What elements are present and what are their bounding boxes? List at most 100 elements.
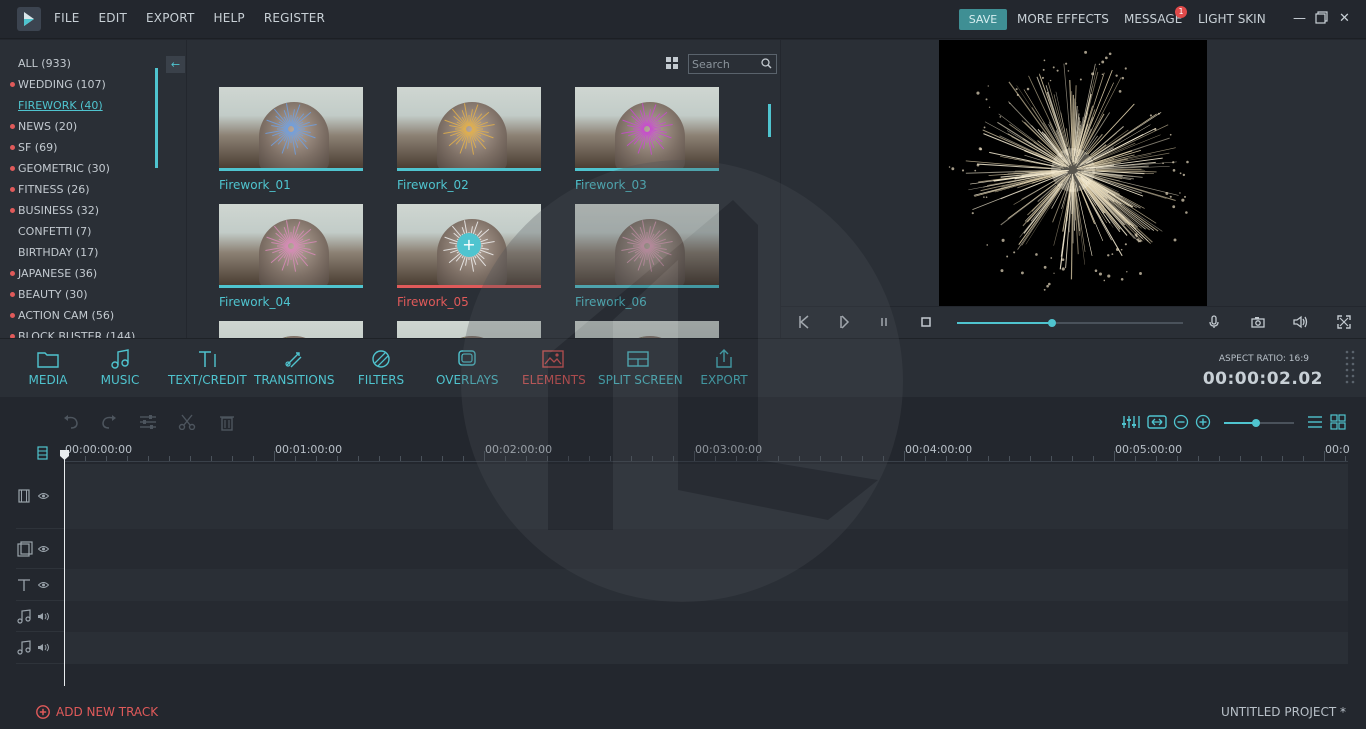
category-item[interactable]: BEAUTY (30) [10, 287, 135, 308]
add-to-timeline-icon[interactable]: + [457, 233, 481, 257]
tool-overlays-label: OVERLAYS [436, 373, 499, 387]
thumbnail-view-icon[interactable] [1330, 414, 1346, 430]
playhead[interactable] [64, 450, 65, 686]
grid-view-icon[interactable] [666, 57, 679, 70]
tool-text-credit[interactable]: TEXT/CREDIT [168, 349, 247, 387]
category-item[interactable]: WEDDING (107) [10, 77, 135, 98]
step-forward-icon[interactable] [837, 315, 851, 329]
category-item[interactable]: ACTION CAM (56) [10, 308, 135, 329]
category-item[interactable]: BLOCK BUSTER (144) [10, 329, 135, 338]
grid-scrollbar[interactable] [768, 104, 771, 137]
ruler-tick [736, 456, 737, 461]
firework-thumbnail[interactable]: Firework_03 [575, 87, 719, 192]
menu-register[interactable]: REGISTER [264, 11, 325, 25]
ruler-tick [988, 456, 989, 461]
zoom-out-icon[interactable] [1173, 414, 1189, 430]
category-item[interactable]: BIRTHDAY (17) [10, 245, 135, 266]
search-box[interactable] [688, 54, 777, 74]
speaker-icon[interactable] [37, 612, 50, 621]
menu-export[interactable]: EXPORT [146, 11, 194, 25]
tool-media[interactable]: MEDIA [28, 349, 68, 387]
ruler-tick [295, 456, 296, 461]
list-view-icon[interactable] [1307, 414, 1323, 430]
pause-icon[interactable] [877, 315, 891, 329]
firework-thumbnail[interactable]: Firework_01 [219, 87, 363, 192]
firework-thumbnail[interactable]: Firework_02 [397, 87, 541, 192]
skip-back-icon[interactable] [797, 315, 811, 329]
music-track-1[interactable] [64, 601, 1348, 632]
video-track-1[interactable] [64, 464, 1348, 529]
eye-icon[interactable] [38, 581, 49, 589]
search-icon[interactable] [761, 58, 772, 69]
category-label: SF (69) [18, 141, 58, 154]
back-arrow-icon[interactable]: ← [166, 56, 185, 73]
firework-thumbnail[interactable]: Firework_04 [219, 204, 363, 309]
pip-track[interactable] [64, 529, 1348, 569]
camera-icon[interactable] [1251, 315, 1265, 329]
ruler-tick [484, 451, 485, 461]
speaker-icon[interactable] [37, 643, 50, 652]
more-effects-link[interactable]: MORE EFFECTS [1017, 12, 1109, 26]
menu-file[interactable]: FILE [54, 11, 80, 25]
firework-thumbnail[interactable] [397, 321, 541, 338]
timeline-zoom-slider[interactable] [1224, 419, 1294, 427]
music-track-2[interactable] [64, 632, 1348, 664]
category-item[interactable]: NEWS (20) [10, 119, 135, 140]
firework-thumbnail[interactable]: Firework_06 [575, 204, 719, 309]
add-new-track-button[interactable]: ADD NEW TRACK [36, 705, 158, 719]
message-link[interactable]: MESSAGE [1124, 12, 1182, 26]
search-input[interactable] [689, 55, 759, 73]
ruler-tick [190, 456, 191, 461]
firework-thumbnail[interactable] [219, 321, 363, 338]
stop-icon[interactable] [919, 315, 933, 329]
ruler-tick [694, 451, 695, 461]
category-item[interactable]: SF (69) [10, 140, 135, 161]
tool-music[interactable]: MUSIC [100, 349, 140, 387]
minimize-icon[interactable]: — [1293, 11, 1306, 26]
film-icon [18, 489, 30, 503]
maximize-icon[interactable] [1315, 11, 1328, 28]
firework-thumbnail[interactable] [575, 321, 719, 338]
adjust-icon[interactable] [139, 414, 157, 430]
redo-icon[interactable] [100, 414, 118, 430]
panel-drag-handle-icon[interactable] [1344, 349, 1356, 387]
eye-icon[interactable] [38, 545, 49, 553]
tool-overlays[interactable]: OVERLAYS [436, 349, 499, 387]
volume-icon[interactable] [1293, 315, 1309, 329]
category-item[interactable]: FIREWORK (40) [10, 98, 135, 119]
microphone-icon[interactable] [1207, 315, 1221, 329]
category-label: ALL (933) [18, 57, 71, 70]
filters-icon [372, 350, 390, 368]
zoom-in-icon[interactable] [1195, 414, 1211, 430]
firework-thumbnail[interactable]: + Firework_05 [397, 204, 541, 309]
fullscreen-icon[interactable] [1337, 315, 1351, 329]
fit-timeline-icon[interactable] [1147, 414, 1167, 430]
category-item[interactable]: CONFETTI (7) [10, 224, 135, 245]
category-item[interactable]: JAPANESE (36) [10, 266, 135, 287]
category-item[interactable]: BUSINESS (32) [10, 203, 135, 224]
menu-edit[interactable]: EDIT [99, 11, 128, 25]
text-track[interactable] [64, 569, 1348, 601]
category-item[interactable]: ALL (933) [10, 56, 135, 77]
category-item[interactable]: GEOMETRIC (30) [10, 161, 135, 182]
delete-icon[interactable] [219, 414, 235, 431]
timeline-ruler[interactable]: 00:00:00:00 00:01:00:00 00:02:00:00 00:03:0… [64, 440, 1350, 462]
snap-icon[interactable] [37, 446, 48, 460]
tool-elements[interactable]: ELEMENTS [522, 349, 586, 387]
tool-export[interactable]: EXPORT [700, 349, 748, 387]
close-icon[interactable]: ✕ [1339, 11, 1350, 26]
cut-icon[interactable] [178, 414, 196, 430]
tool-transitions[interactable]: TRANSITIONS [254, 349, 334, 387]
audio-mixer-icon[interactable] [1121, 414, 1141, 430]
menu-help[interactable]: HELP [214, 11, 245, 25]
playback-progress-slider[interactable] [957, 319, 1183, 327]
category-scrollbar[interactable] [155, 68, 158, 168]
undo-icon[interactable] [62, 414, 80, 430]
ruler-tick [547, 456, 548, 461]
tool-filters[interactable]: FILTERS [356, 349, 406, 387]
category-item[interactable]: FITNESS (26) [10, 182, 135, 203]
eye-icon[interactable] [38, 492, 49, 500]
tool-split-screen[interactable]: SPLIT SCREEN [598, 349, 683, 387]
light-skin-link[interactable]: LIGHT SKIN [1198, 12, 1266, 26]
save-button[interactable]: SAVE [959, 9, 1007, 30]
